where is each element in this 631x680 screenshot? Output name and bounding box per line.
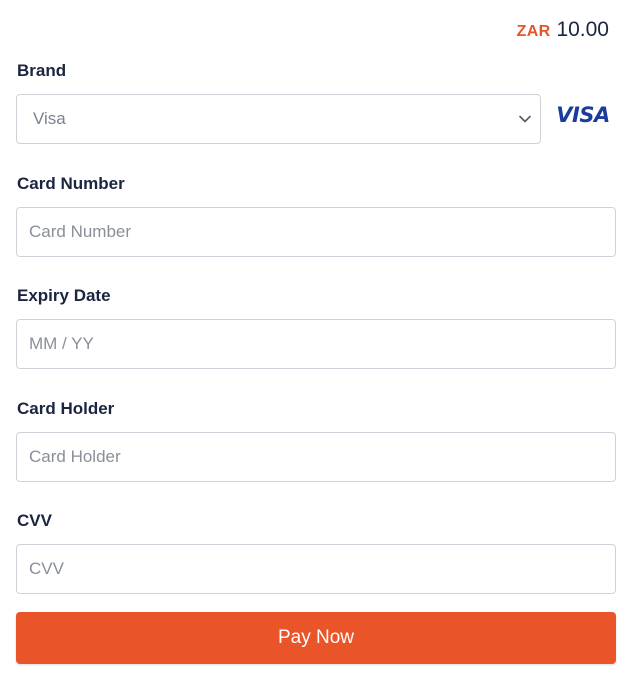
currency-code: ZAR <box>516 23 551 40</box>
card-holder-input[interactable] <box>29 447 603 467</box>
expiry-date-input[interactable] <box>29 334 603 354</box>
visa-logo-icon: VISA <box>555 100 611 130</box>
card-holder-field[interactable] <box>16 432 616 482</box>
cvv-input[interactable] <box>29 559 603 579</box>
card-number-input[interactable] <box>29 222 603 242</box>
brand-label: Brand <box>17 61 67 80</box>
payment-amount: ZAR 10.00 <box>517 18 609 42</box>
card-number-field[interactable] <box>16 207 616 257</box>
expiry-date-label: Expiry Date <box>17 286 111 305</box>
expiry-date-field[interactable] <box>16 319 616 369</box>
visa-logo-text: VISA <box>556 103 610 127</box>
cvv-field[interactable] <box>16 544 616 594</box>
brand-selected-value: Visa <box>33 109 66 128</box>
chevron-down-icon <box>518 112 532 126</box>
pay-now-button[interactable]: Pay Now <box>16 612 616 664</box>
card-holder-label: Card Holder <box>17 399 115 418</box>
amount-value: 10.00 <box>556 18 609 41</box>
brand-select[interactable]: Visa <box>16 94 541 144</box>
card-number-label: Card Number <box>17 174 125 193</box>
cvv-label: CVV <box>17 511 52 530</box>
